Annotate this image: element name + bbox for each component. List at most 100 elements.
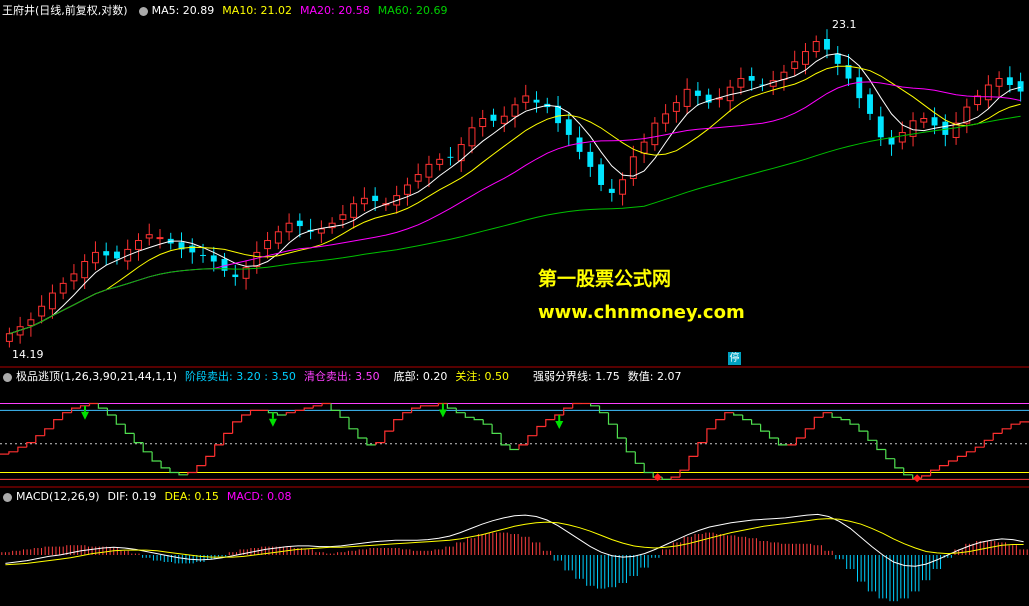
escape-step	[688, 455, 698, 471]
escape-step	[214, 444, 224, 457]
ma60-label: MA60: 20.69	[377, 4, 448, 17]
escape-step	[491, 424, 502, 434]
escape-step	[500, 433, 510, 446]
escape-step	[536, 425, 546, 436]
candle-body-up	[70, 273, 78, 282]
escape-step	[205, 455, 215, 466]
settings-icon[interactable]	[3, 492, 12, 502]
candle-body-up	[791, 61, 799, 69]
escape-step	[840, 417, 850, 421]
macd-value-label: MACD: 0.08	[226, 490, 292, 503]
clear-sell-label: 清仓卖出: 3.50	[303, 370, 380, 383]
candle-body-up	[27, 319, 35, 326]
escape-step	[947, 460, 958, 466]
escape-step	[232, 421, 242, 434]
stop-marker[interactable]: 停	[728, 352, 741, 365]
escape-step	[509, 444, 519, 451]
escape-step	[849, 419, 859, 425]
escape-step	[1010, 423, 1021, 429]
candle-body-up	[683, 88, 691, 107]
candle-body-up	[920, 117, 928, 123]
candle-body-down	[447, 156, 454, 158]
candle-body-down	[877, 116, 884, 138]
watermark-url: www.chnmoney.com	[538, 302, 745, 323]
sell-arrow	[438, 409, 447, 418]
candle-body-up	[802, 51, 809, 65]
escape-step	[625, 438, 636, 453]
dea-label: DEA: 0.15	[164, 490, 219, 503]
escape-step	[715, 419, 725, 429]
candle-body-down	[608, 188, 615, 193]
settings-icon[interactable]	[3, 372, 12, 382]
escape-step	[17, 446, 27, 452]
candle-body-up	[59, 282, 67, 294]
candle-body-down	[942, 121, 949, 135]
escape-step	[321, 402, 332, 406]
candle-body-up	[898, 132, 906, 143]
candle-body-up	[48, 292, 56, 310]
indicator-name: 极品逃顶(1,26,3,90,21,44,1,1)	[16, 370, 178, 383]
candle-body-down	[576, 137, 583, 152]
bottom-label: 底部: 0.20	[393, 370, 448, 383]
escape-step	[187, 471, 197, 475]
candle-body-down	[824, 39, 830, 50]
escape-step	[223, 432, 233, 445]
candle-body-down	[103, 251, 110, 256]
candle-body-up	[995, 78, 1003, 87]
candle-body-down	[232, 274, 239, 278]
escape-step	[974, 446, 985, 452]
candle-body-up	[984, 84, 992, 101]
escape-step	[160, 461, 170, 469]
settings-icon[interactable]	[138, 6, 148, 16]
candle-body-up	[672, 102, 680, 112]
escape-step	[330, 403, 340, 411]
escape-step	[920, 475, 931, 479]
main-header: 王府井(日线,前复权,对数) MA5: 20.89 MA10: 21.02 MA…	[0, 2, 455, 20]
escape-step	[169, 467, 179, 474]
candle-body-up	[274, 231, 282, 244]
candle-body-up	[468, 127, 476, 147]
candle-body-up	[38, 305, 46, 317]
sell-arrow	[268, 418, 277, 427]
escape-step	[894, 458, 904, 469]
escape-step	[44, 428, 54, 436]
escape-step	[241, 414, 251, 422]
macd-name: MACD(12,26,9)	[16, 490, 100, 503]
candle-body-down	[555, 105, 561, 124]
candle-body-down	[867, 94, 873, 114]
candle-body-down	[189, 245, 196, 253]
candle-body-up	[737, 78, 745, 88]
escape-step	[706, 428, 716, 443]
candle-body-down	[372, 195, 379, 202]
candle-body-up	[619, 179, 627, 195]
escape-step	[357, 428, 367, 439]
escape-step	[634, 451, 645, 464]
escape-step	[733, 412, 743, 416]
indicator-panel	[0, 402, 1029, 483]
candle-body-down	[856, 77, 863, 99]
escape-step	[938, 465, 949, 471]
escape-step	[285, 412, 296, 415]
candle-body-down	[200, 254, 206, 256]
candle-body-down	[113, 251, 120, 259]
escape-step	[106, 408, 117, 416]
escape-step	[822, 412, 833, 418]
high-price-label: 23.1	[832, 18, 857, 31]
escape-step	[35, 435, 45, 443]
low-price-label: 14.19	[12, 348, 44, 361]
candle-body-up	[145, 234, 153, 239]
candle-body-down	[845, 65, 852, 79]
escape-step	[473, 417, 484, 421]
escape-step	[831, 412, 842, 418]
candle-body-up	[5, 333, 13, 342]
watermark-title: 第一股票公式网	[538, 268, 672, 290]
candle-body-up	[91, 251, 99, 264]
escape-step	[464, 412, 475, 418]
escape-step	[607, 412, 618, 425]
escape-step	[133, 433, 144, 444]
escape-step	[759, 424, 770, 432]
escape-step	[742, 415, 752, 421]
candle-body-down	[1017, 81, 1024, 92]
candle-body-up	[511, 104, 519, 117]
candle-body-down	[598, 164, 605, 185]
